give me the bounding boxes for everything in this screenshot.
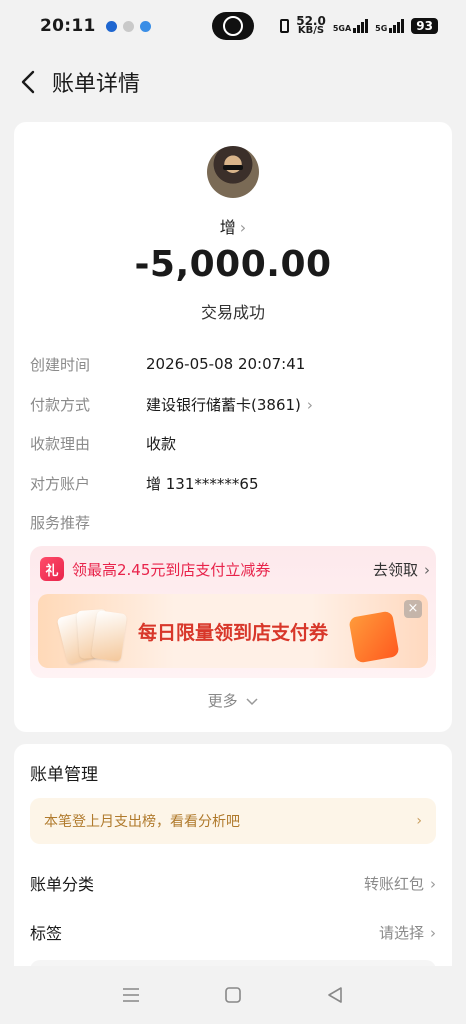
claim-coupon-button[interactable]: 去领取 › <box>373 559 430 580</box>
menu-icon[interactable] <box>117 981 145 1009</box>
bill-category-row[interactable]: 账单分类 转账红包 › <box>30 870 436 896</box>
payee-name-link[interactable]: 增 › <box>14 214 452 238</box>
section-title: 账单管理 <box>30 765 98 785</box>
payee-avatar[interactable] <box>207 146 259 198</box>
chevron-right-icon: › <box>239 218 247 237</box>
chevron-right-icon: › <box>424 560 430 579</box>
chevron-right-icon: › <box>306 395 313 414</box>
detail-label: 服务推荐 <box>30 513 91 532</box>
promo-banner[interactable]: 每日限量领到店支付券 × <box>38 594 428 668</box>
app-notification-icon <box>105 20 117 32</box>
detail-row-counterparty: 对方账户 增 131******65 <box>30 471 259 495</box>
browser-notification-icon <box>139 20 151 32</box>
home-icon[interactable] <box>219 981 247 1009</box>
system-navigation-bar <box>0 966 466 1024</box>
payee-name: 增 <box>219 218 236 237</box>
gift-icon: 礼 <box>40 557 64 581</box>
bill-detail-card: 增 › -5,000.00 交易成功 创建时间 2026-05-08 20:07:… <box>14 122 452 732</box>
tag-row[interactable]: 标签 请选择 › <box>30 919 436 945</box>
signal-5ga-icon: 5GA <box>333 19 369 33</box>
row-label: 账单分类 <box>30 875 95 894</box>
sync-notification-icon <box>122 20 134 32</box>
row-label: 标签 <box>30 924 63 943</box>
gift-box-illustration <box>348 610 400 664</box>
status-right: 52.0 KB/S 5GA 5G 93 <box>280 14 438 36</box>
detail-label: 收款理由 <box>30 434 91 453</box>
promo-text: 领最高2.45元到店支付立减券 <box>72 560 271 579</box>
chevron-right-icon: › <box>416 813 422 829</box>
status-bar: 20:11 52.0 KB/S 5GA 5G 93 <box>0 0 466 52</box>
vibrate-icon <box>280 19 290 33</box>
page-title: 账单详情 <box>52 72 141 97</box>
chevron-right-icon: › <box>430 923 436 942</box>
detail-label: 付款方式 <box>30 395 91 414</box>
promo-header[interactable]: 礼 领最高2.45元到店支付立减券 去领取 › <box>40 556 430 582</box>
camera-cutout-icon <box>212 12 254 40</box>
transaction-status: 交易成功 <box>200 303 265 322</box>
spending-rank-notice[interactable]: 本笔登上月支出榜，看看分析吧 › <box>30 798 436 844</box>
row-value: 请选择 › <box>378 923 436 942</box>
status-notification-icons <box>105 20 151 32</box>
back-arrow-icon[interactable] <box>16 70 40 94</box>
detail-value: 增 131******65 <box>146 474 259 493</box>
chevron-right-icon: › <box>430 874 436 893</box>
back-triangle-icon[interactable] <box>321 981 349 1009</box>
detail-value: 收款 <box>146 434 177 453</box>
transaction-amount: -5,000.00 <box>134 244 332 285</box>
row-value: 转账红包 › <box>363 874 436 893</box>
chevron-down-icon <box>246 698 258 706</box>
network-speed: 52.0 KB/S <box>296 14 326 36</box>
detail-row-payment-method[interactable]: 付款方式 建设银行储蓄卡(3861) › <box>30 392 313 416</box>
signal-5g-icon: 5G <box>375 19 405 33</box>
more-button[interactable]: 更多 <box>14 690 452 711</box>
status-time: 20:11 <box>40 16 96 36</box>
battery-icon: 93 <box>411 18 438 34</box>
top-bar: 账单详情 <box>0 52 466 112</box>
detail-row-service: 服务推荐 <box>30 510 146 534</box>
detail-label: 创建时间 <box>30 355 91 374</box>
detail-value: 建设银行储蓄卡(3861) › <box>146 395 313 414</box>
detail-value: 2026-05-08 20:07:41 <box>146 355 306 373</box>
detail-label: 对方账户 <box>30 474 91 493</box>
close-icon[interactable]: × <box>404 600 422 618</box>
promo-section: 礼 领最高2.45元到店支付立减券 去领取 › 每日限量领到店支付券 × <box>30 546 436 678</box>
detail-row-created-time: 创建时间 2026-05-08 20:07:41 <box>30 352 305 376</box>
detail-row-reason: 收款理由 收款 <box>30 431 176 455</box>
